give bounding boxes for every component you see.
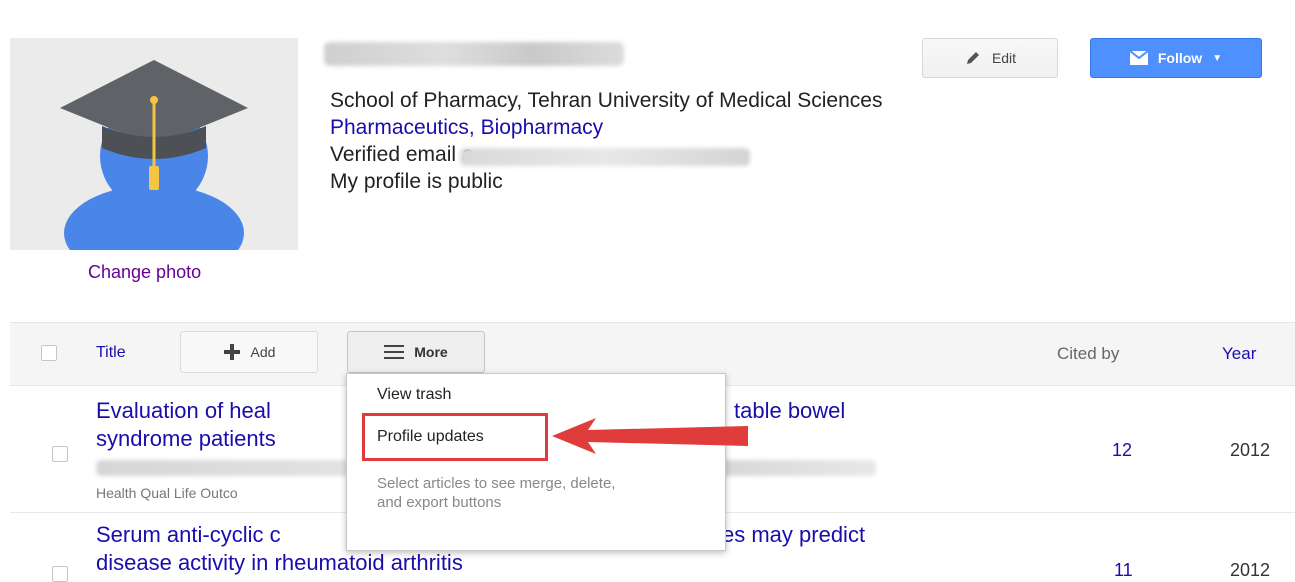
interest-separator: , xyxy=(468,116,481,139)
more-button[interactable]: More xyxy=(347,331,485,373)
more-menu: View trash Profile updates Select articl… xyxy=(346,373,726,551)
article-venue: Health Qual Life Outco xyxy=(96,485,238,501)
cited-by-count[interactable]: 11 xyxy=(1114,560,1133,581)
highlight-box xyxy=(362,413,548,461)
menu-item-view-trash[interactable]: View trash xyxy=(377,386,451,404)
profile-photo xyxy=(10,38,298,250)
add-button-label: Add xyxy=(250,344,276,360)
sort-by-title[interactable]: Title xyxy=(96,344,126,362)
article-title-line[interactable]: Serum anti-cyclic c xyxy=(96,520,281,550)
email-redacted xyxy=(460,148,750,166)
article-title-line[interactable]: Evaluation of heal xyxy=(96,396,271,426)
cited-by-header: Cited by xyxy=(1057,344,1120,363)
sort-by-year[interactable]: Year xyxy=(1222,344,1256,364)
menu-note: Select articles to see merge, delete, an… xyxy=(377,475,616,511)
profile-email: Verified email a xyxy=(330,143,474,166)
interest-link-biopharmacy[interactable]: Biopharmacy xyxy=(481,116,604,139)
add-button[interactable]: Add xyxy=(180,331,318,373)
profile-affiliation: School of Pharmacy, Tehran University of… xyxy=(330,89,883,112)
article-year: 2012 xyxy=(1230,560,1271,580)
profile-visibility: My profile is public xyxy=(330,170,503,193)
profile-interests: Pharmaceutics, Biopharmacy xyxy=(330,115,603,141)
edit-button[interactable]: Edit xyxy=(922,38,1058,78)
interest-link-pharmaceutics[interactable]: Pharmaceutics xyxy=(330,116,469,139)
select-all-checkbox[interactable] xyxy=(41,345,57,361)
edit-button-label: Edit xyxy=(991,50,1017,66)
change-photo-link[interactable]: Change photo xyxy=(88,262,201,283)
article-title-line[interactable]: es may predict xyxy=(722,520,865,550)
follow-button-label: Follow xyxy=(1157,50,1203,66)
chevron-down-icon: ▼ xyxy=(1212,52,1223,64)
red-arrow-icon xyxy=(552,418,748,454)
more-button-label: More xyxy=(414,344,448,360)
article-year: 2012 xyxy=(1230,440,1271,460)
profile-name-redacted xyxy=(324,42,624,66)
pencil-icon xyxy=(966,52,979,64)
article-title-line[interactable]: syndrome patients xyxy=(96,424,276,454)
article-title-line[interactable]: disease activity in rheumatoid arthritis xyxy=(96,548,463,578)
envelope-icon xyxy=(1129,51,1148,65)
hamburger-icon xyxy=(384,345,405,359)
follow-button[interactable]: Follow ▼ xyxy=(1090,38,1262,78)
graduate-avatar-icon xyxy=(60,60,248,250)
article-checkbox[interactable] xyxy=(52,446,68,462)
plus-icon xyxy=(223,344,240,360)
cited-by-count[interactable]: 12 xyxy=(1112,440,1132,461)
